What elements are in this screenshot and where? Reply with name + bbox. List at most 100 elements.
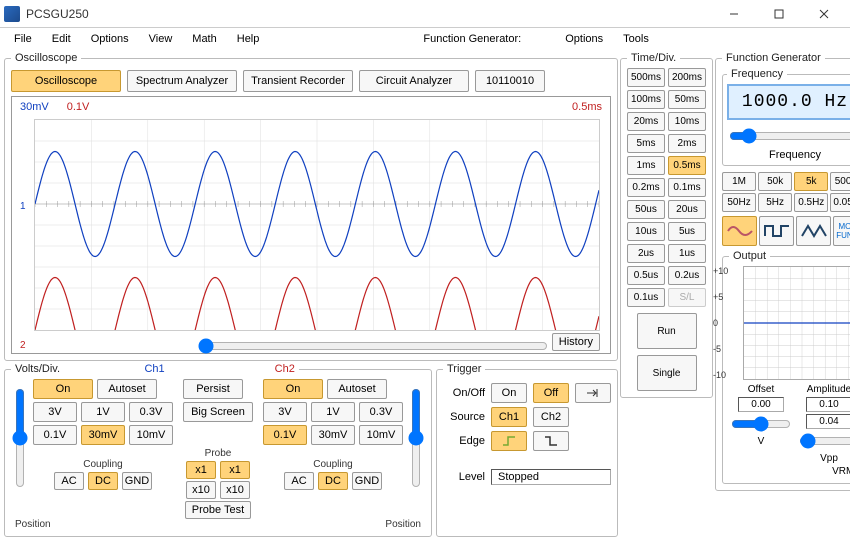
single-button[interactable]: Single [637, 355, 697, 391]
ch2-gnd-button[interactable]: GND [352, 472, 382, 490]
history-slider[interactable] [198, 338, 548, 354]
timediv-5us[interactable]: 5us [668, 222, 706, 241]
ch1-1v-button[interactable]: 1V [81, 402, 125, 422]
freq-slider[interactable] [729, 128, 850, 144]
offset-value: 0.00 [738, 397, 784, 412]
wave-sine-button[interactable] [722, 216, 757, 246]
close-button[interactable] [801, 0, 846, 28]
timediv-100ms[interactable]: 100ms [627, 90, 665, 109]
freq-range-1M[interactable]: 1M [722, 172, 756, 191]
ch2-ac-button[interactable]: AC [284, 472, 314, 490]
tab-circuit[interactable]: Circuit Analyzer [359, 70, 469, 92]
timediv-20ms[interactable]: 20ms [627, 112, 665, 131]
timediv-20us[interactable]: 20us [668, 200, 706, 219]
ch2-pos-slider[interactable] [408, 388, 424, 488]
freq-range-0.05Hz[interactable]: 0.05Hz [830, 193, 850, 212]
wave-more-button[interactable]: MORE FUNCT. [833, 216, 850, 246]
tab-spectrum[interactable]: Spectrum Analyzer [127, 70, 237, 92]
probe-test-button[interactable]: Probe Test [185, 501, 251, 519]
persist-button[interactable]: Persist [183, 379, 243, 399]
freq-range-0.5Hz[interactable]: 0.5Hz [794, 193, 828, 212]
menu-fgen-tools[interactable]: Tools [615, 31, 657, 47]
trigger-on-button[interactable]: On [491, 383, 527, 403]
timediv-500ms[interactable]: 500ms [627, 68, 665, 87]
timediv-1ms[interactable]: 1ms [627, 156, 665, 175]
history-button[interactable]: History [552, 333, 600, 351]
trigger-ch1-button[interactable]: Ch1 [491, 407, 527, 427]
trigger-off-button[interactable]: Off [533, 383, 569, 403]
trigger-falling-button[interactable] [533, 431, 569, 451]
menu-edit[interactable]: Edit [44, 31, 79, 47]
trigger-ch2-button[interactable]: Ch2 [533, 407, 569, 427]
tab-transient[interactable]: Transient Recorder [243, 70, 353, 92]
minimize-button[interactable] [711, 0, 756, 28]
probe2-x10-button[interactable]: x10 [220, 481, 250, 499]
tab-binary[interactable]: 10110010 [475, 70, 545, 92]
maximize-button[interactable] [756, 0, 801, 28]
ch1-pos-slider[interactable] [12, 388, 28, 488]
ch1-0.1v-button[interactable]: 0.1V [33, 425, 77, 445]
ch1-0.3v-button[interactable]: 0.3V [129, 402, 173, 422]
ch1-30mv-button[interactable]: 30mV [81, 425, 125, 445]
timediv-2ms[interactable]: 2ms [668, 134, 706, 153]
ch1-dc-button[interactable]: DC [88, 472, 118, 490]
ch1-3v-button[interactable]: 3V [33, 402, 77, 422]
offset-slider[interactable] [731, 416, 791, 432]
menubar: File Edit Options View Math Help Functio… [0, 28, 850, 50]
ch2-autoset-button[interactable]: Autoset [327, 379, 387, 399]
timediv-200ms[interactable]: 200ms [668, 68, 706, 87]
probe2-x1-button[interactable]: x1 [220, 461, 250, 479]
menu-help[interactable]: Help [229, 31, 268, 47]
ch2-on-button[interactable]: On [263, 379, 323, 399]
freq-range-5k[interactable]: 5k [794, 172, 828, 191]
menu-options[interactable]: Options [83, 31, 137, 47]
probe1-x10-button[interactable]: x10 [186, 481, 216, 499]
ch2-0.1v-button[interactable]: 0.1V [263, 425, 307, 445]
freq-range-50Hz[interactable]: 50Hz [722, 193, 756, 212]
amp-slider[interactable] [799, 433, 850, 449]
ch2-30mv-button[interactable]: 30mV [311, 425, 355, 445]
timediv-50us[interactable]: 50us [627, 200, 665, 219]
ch1-ac-button[interactable]: AC [54, 472, 84, 490]
menu-view[interactable]: View [141, 31, 181, 47]
ch1-on-button[interactable]: On [33, 379, 93, 399]
ch2-0.3v-button[interactable]: 0.3V [359, 402, 403, 422]
timediv-0p1ms[interactable]: 0.1ms [668, 178, 706, 197]
probe1-x1-button[interactable]: x1 [186, 461, 216, 479]
ch1-gnd-button[interactable]: GND [122, 472, 152, 490]
run-button[interactable]: Run [637, 313, 697, 349]
trigger-reset-button[interactable] [575, 383, 611, 403]
tab-oscilloscope[interactable]: Oscilloscope [11, 70, 121, 92]
timediv-50ms[interactable]: 50ms [668, 90, 706, 109]
menu-fgen-options[interactable]: Options [557, 31, 611, 47]
timediv-2us[interactable]: 2us [627, 244, 665, 263]
ch1-autoset-button[interactable]: Autoset [97, 379, 157, 399]
timediv-0p5us[interactable]: 0.5us [627, 266, 665, 285]
wave-triangle-button[interactable] [796, 216, 831, 246]
timediv-10ms[interactable]: 10ms [668, 112, 706, 131]
timediv-0p5ms[interactable]: 0.5ms [668, 156, 706, 175]
freq-display: 1000.0 Hz [727, 84, 850, 120]
trigger-onoff-label: On/Off [443, 387, 485, 399]
ch1-10mv-button[interactable]: 10mV [129, 425, 173, 445]
ch2-1v-button[interactable]: 1V [311, 402, 355, 422]
wave-square-button[interactable] [759, 216, 794, 246]
ch2-3v-button[interactable]: 3V [263, 402, 307, 422]
timediv-5ms[interactable]: 5ms [627, 134, 665, 153]
freq-legend: Frequency [727, 68, 787, 80]
ch2-10mv-button[interactable]: 10mV [359, 425, 403, 445]
ch2-position-label: Position [385, 519, 421, 530]
timediv-0p1us[interactable]: 0.1us [627, 288, 665, 307]
menu-file[interactable]: File [6, 31, 40, 47]
timediv-1us[interactable]: 1us [668, 244, 706, 263]
timediv-0p2ms[interactable]: 0.2ms [627, 178, 665, 197]
trigger-rising-button[interactable] [491, 431, 527, 451]
freq-range-50k[interactable]: 50k [758, 172, 792, 191]
timediv-0p2us[interactable]: 0.2us [668, 266, 706, 285]
ch2-dc-button[interactable]: DC [318, 472, 348, 490]
freq-range-500Hz[interactable]: 500Hz [830, 172, 850, 191]
menu-math[interactable]: Math [184, 31, 224, 47]
bigscreen-button[interactable]: Big Screen [183, 402, 253, 422]
freq-range-5Hz[interactable]: 5Hz [758, 193, 792, 212]
timediv-10us[interactable]: 10us [627, 222, 665, 241]
